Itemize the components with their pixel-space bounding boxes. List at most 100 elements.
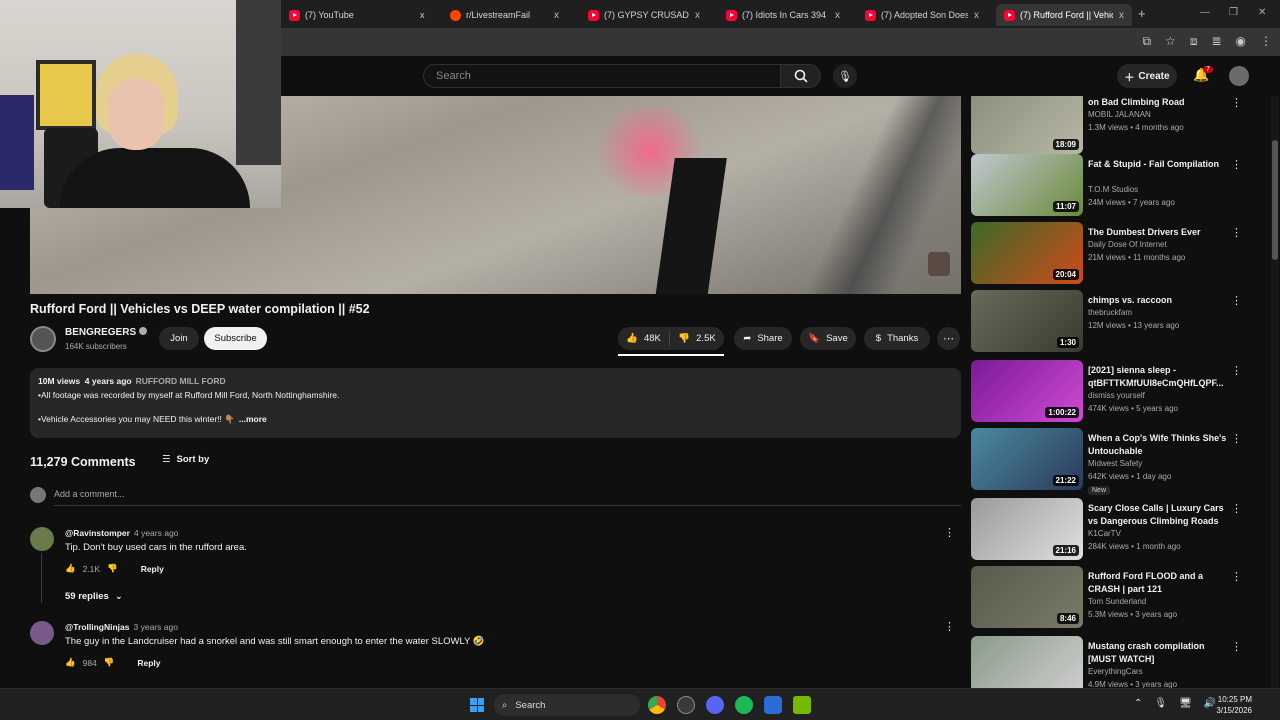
recommended-video[interactable]: 18:09 on Bad Climbing Road MOBIL JALANAN 1.… (971, 96, 1271, 158)
more-actions-icon[interactable]: ⋯ (937, 327, 960, 350)
recommended-channel[interactable]: Tom Sunderland (1088, 597, 1146, 606)
tab-idiots-in-cars[interactable]: (7) Idiots In Cars 394 - Yo x (718, 4, 848, 26)
sort-by-button[interactable]: ☰ Sort by (162, 454, 209, 465)
comment-menu-icon[interactable]: ⋮ (944, 620, 955, 633)
extensions-icon[interactable]: ⧈ (1190, 34, 1198, 49)
video-menu-icon[interactable]: ⋮ (1231, 640, 1242, 653)
minimize-icon[interactable]: — (1200, 7, 1210, 18)
recommended-title[interactable]: Rufford Ford FLOOD and a CRASH | part 12… (1088, 570, 1228, 595)
system-clock[interactable]: 10:25 PM 3/15/2026 (1212, 694, 1252, 716)
location-tag[interactable]: RUFFORD MILL FORD (136, 376, 226, 386)
channel-name[interactable]: BENGREGERS (65, 327, 148, 338)
recommended-video[interactable]: 11:07 Fat & Stupid - Fail Compilation T.O.… (971, 154, 1271, 220)
dislike-button[interactable]: 👎 2.5K (670, 333, 724, 344)
close-tab-icon[interactable]: x (1119, 10, 1124, 21)
recommended-video[interactable]: 21:16 Scary Close Calls | Luxury Cars vs … (971, 498, 1271, 564)
save-button[interactable]: 🔖 Save (800, 327, 856, 350)
show-more-link[interactable]: ...more (239, 414, 267, 424)
close-tab-icon[interactable]: x (835, 10, 840, 21)
recommended-channel[interactable]: EverythingCars (1088, 667, 1143, 676)
video-menu-icon[interactable]: ⋮ (1231, 226, 1242, 239)
comment-menu-icon[interactable]: ⋮ (944, 526, 955, 539)
video-menu-icon[interactable]: ⋮ (1231, 294, 1242, 307)
bookmark-star-icon[interactable]: ☆ (1165, 34, 1176, 49)
video-thumbnail[interactable]: 1:30 (971, 290, 1083, 352)
chevron-up-icon[interactable]: ⌃ (1134, 698, 1142, 709)
video-thumbnail[interactable]: 20:04 (971, 222, 1083, 284)
recommended-channel[interactable]: Midwest Safety (1088, 459, 1142, 468)
join-button[interactable]: Join (159, 327, 199, 350)
thumbs-down-icon[interactable]: 👎 (104, 657, 115, 668)
recommended-video[interactable]: 8:46 Rufford Ford FLOOD and a CRASH | par… (971, 566, 1271, 632)
profile-icon[interactable]: ◉ (1236, 34, 1246, 49)
taskbar-search[interactable]: ⌕ Search (494, 694, 640, 716)
voice-search-button[interactable]: 🎙 (833, 64, 857, 88)
app-icon[interactable] (677, 696, 695, 714)
video-menu-icon[interactable]: ⋮ (1231, 158, 1242, 171)
commenter-avatar[interactable] (30, 527, 54, 551)
recommended-title[interactable]: Mustang crash compilation [MUST WATCH] (1088, 640, 1228, 665)
recommended-channel[interactable]: K1CarTV (1088, 529, 1121, 538)
recommended-channel[interactable]: MOBIL JALANAN (1088, 110, 1151, 119)
tab-rufford-ford[interactable]: (7) Rufford Ford || Vehicle x (996, 4, 1132, 26)
spotify-icon[interactable] (735, 696, 753, 714)
reply-button[interactable]: Reply (141, 564, 164, 574)
recommended-video[interactable]: 1:30 chimps vs. raccoon thebruckfam 12M vie… (971, 290, 1271, 356)
cast-icon[interactable]: ⧉ (1142, 34, 1151, 49)
reply-button[interactable]: Reply (137, 658, 160, 668)
comment-author[interactable]: @Ravinstomper 4 years ago (65, 528, 178, 538)
add-comment-input[interactable]: Add a comment... (54, 489, 125, 499)
video-thumbnail[interactable]: 1:00:22 (971, 360, 1083, 422)
tab-youtube[interactable]: (7) YouTube (281, 4, 423, 26)
recommended-channel[interactable]: dismiss yourself (1088, 391, 1145, 400)
thumbs-up-icon[interactable]: 👍 (65, 563, 76, 574)
video-menu-icon[interactable]: ⋮ (1231, 364, 1242, 377)
recommended-channel[interactable]: T.O.M Studios (1088, 185, 1138, 194)
video-thumbnail[interactable]: 8:46 (971, 566, 1083, 628)
network-icon[interactable]: 🖥 (1179, 698, 1192, 709)
recommended-video[interactable]: 21:22 When a Cop's Wife Thinks She's Unto… (971, 428, 1271, 495)
active-app-icon[interactable] (764, 696, 782, 714)
recommended-title[interactable]: Fat & Stupid - Fail Compilation (1088, 158, 1228, 171)
scrollbar-thumb[interactable] (1272, 140, 1278, 260)
recommended-video[interactable]: 1:00:22 [2021] sienna sleep - qtBFTTKMfUU… (971, 360, 1271, 426)
video-thumbnail[interactable]: 18:09 (971, 96, 1083, 154)
recommended-video[interactable]: 20:04 The Dumbest Drivers Ever Daily Dose … (971, 222, 1271, 288)
description-box[interactable]: 10M views 4 years ago RUFFORD MILL FORD •… (30, 368, 961, 438)
tab-livestreamfail[interactable]: r/LivestreamFail x (442, 4, 567, 26)
video-thumbnail[interactable]: 21:22 (971, 428, 1083, 490)
close-tab-icon[interactable]: x (554, 10, 559, 21)
subscribe-button[interactable]: Subscribe (204, 327, 267, 350)
create-button[interactable]: ＋ Create (1117, 64, 1177, 88)
discord-icon[interactable] (706, 696, 724, 714)
account-avatar[interactable] (1229, 66, 1249, 86)
search-input[interactable]: Search (423, 64, 781, 88)
thanks-button[interactable]: $ Thanks (864, 327, 930, 350)
recommended-title[interactable]: chimps vs. raccoon (1088, 294, 1228, 307)
chrome-icon[interactable] (648, 696, 666, 714)
channel-avatar[interactable] (30, 326, 56, 352)
close-tab-icon[interactable]: x (695, 10, 700, 21)
recommended-channel[interactable]: Daily Dose Of Internet (1088, 240, 1167, 249)
view-replies-button[interactable]: 59 replies ⌄ (65, 591, 123, 602)
windows-start-icon[interactable] (470, 698, 484, 712)
recommended-title[interactable]: on Bad Climbing Road (1088, 96, 1228, 109)
close-tab-icon[interactable]: x (974, 10, 979, 21)
video-menu-icon[interactable]: ⋮ (1231, 96, 1242, 109)
video-thumbnail[interactable]: 21:16 (971, 498, 1083, 560)
video-thumbnail[interactable] (971, 636, 1083, 688)
video-menu-icon[interactable]: ⋮ (1231, 502, 1242, 515)
comment-author[interactable]: @TrollingNinjas 3 years ago (65, 622, 178, 632)
media-icon[interactable]: ≣ (1211, 34, 1221, 49)
tab-gypsy-crusader[interactable]: (7) GYPSY CRUSADER VS x (580, 4, 708, 26)
new-tab-button[interactable]: + (1138, 6, 1146, 21)
thumbs-up-icon[interactable]: 👍 (65, 657, 76, 668)
recommended-title[interactable]: [2021] sienna sleep - qtBFTTKMfUUI8eCmQH… (1088, 364, 1228, 389)
recommended-title[interactable]: The Dumbest Drivers Ever (1088, 226, 1228, 239)
recommended-channel[interactable]: thebruckfam (1088, 308, 1132, 317)
search-button[interactable] (781, 64, 821, 88)
microphone-icon[interactable]: 🎙 (1154, 698, 1167, 709)
video-menu-icon[interactable]: ⋮ (1231, 570, 1242, 583)
nvidia-icon[interactable] (793, 696, 811, 714)
share-button[interactable]: ➦ Share (734, 327, 792, 350)
